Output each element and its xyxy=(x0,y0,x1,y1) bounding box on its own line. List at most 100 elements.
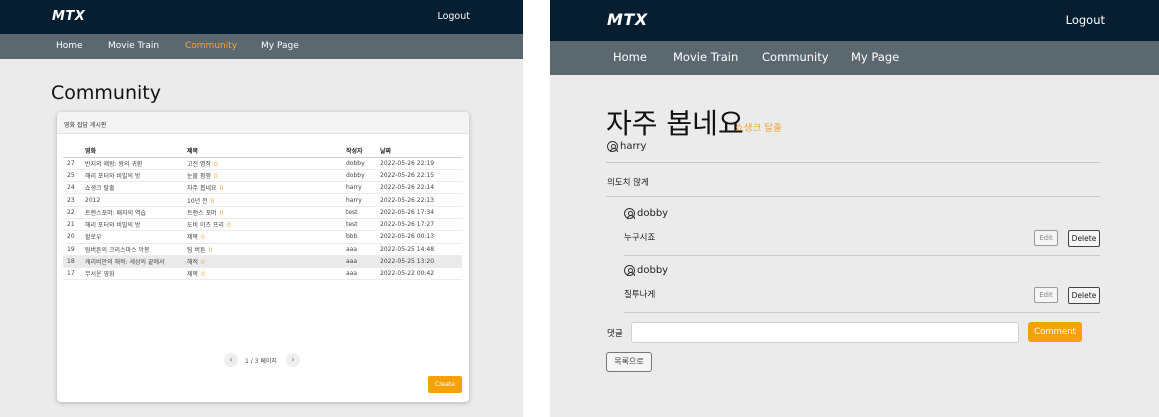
comment-author: dobby xyxy=(624,208,668,220)
row-movie: 2012 xyxy=(85,193,187,207)
table-row[interactable]: 23 2012 10년 전0 harry 2022-05-26 22:13 xyxy=(63,193,462,207)
divider xyxy=(606,196,1100,197)
nav-my-page[interactable]: My Page xyxy=(261,41,299,51)
post-content: 의도치 않게 xyxy=(607,178,649,188)
table-row-hovered[interactable]: 18 캐리비안의 해적: 세상의 끝에서 해적 0 aaa 2022-05-25 … xyxy=(63,255,462,269)
row-date: 2022-05-25 13:20 xyxy=(380,255,462,269)
row-title-cell: 제목 0 xyxy=(187,230,346,244)
row-date: 2022-05-26 22:15 xyxy=(380,169,462,183)
row-title-link[interactable]: 팀 버튼 xyxy=(187,247,205,254)
page-title: Community xyxy=(51,82,161,104)
row-no: 20 xyxy=(63,230,85,244)
edit-button[interactable]: Edit xyxy=(1034,287,1058,303)
post-detail-page: MTX Logout Home Movie Train Community My… xyxy=(550,0,1159,417)
nav-my-page[interactable]: My Page xyxy=(851,50,899,64)
nav-home[interactable]: Home xyxy=(56,41,83,51)
row-no: 23 xyxy=(63,193,85,207)
row-no: 27 xyxy=(63,157,85,170)
row-title-cell: 10년 전0 xyxy=(187,193,346,207)
row-title-cell: 도비 이즈 프리 0 xyxy=(187,218,346,232)
row-title-cell: 고전 명작 0 xyxy=(187,157,346,170)
logout-link[interactable]: Logout xyxy=(437,11,470,22)
user-icon xyxy=(624,208,635,219)
row-author: test xyxy=(346,218,380,232)
row-title-cell: 제목 0 xyxy=(187,267,346,281)
table-row[interactable]: 20 할로우 제목 0 bbb 2022-05-26 00:13 xyxy=(63,230,462,244)
row-date: 2022-05-26 00:13 xyxy=(380,230,462,244)
table-row[interactable]: 22 트랜스포머: 패자의 역습 트랜스 포머 0 test 2022-05-26… xyxy=(63,206,462,219)
app-logo[interactable]: MTX xyxy=(52,9,85,24)
nav-community[interactable]: Community xyxy=(185,41,237,51)
divider xyxy=(624,255,1100,256)
nav-movie-train[interactable]: Movie Train xyxy=(108,41,159,51)
row-title-link[interactable]: 도비 이즈 프리 xyxy=(187,222,224,229)
app-logo[interactable]: MTX xyxy=(607,10,648,29)
nav-movie-train[interactable]: Movie Train xyxy=(673,50,738,64)
table-row[interactable]: 19 팀버튼의 크리스마스 악몽 팀 버튼 0 aaa 2022-05-25 14… xyxy=(63,243,462,256)
row-date: 2022-05-26 22:13 xyxy=(380,193,462,207)
row-author: harry xyxy=(346,181,380,195)
row-title-link[interactable]: 10년 전 xyxy=(187,198,208,205)
table-row[interactable]: 21 해리 포터와 비밀의 방 도비 이즈 프리 0 test 2022-05-2… xyxy=(63,218,462,232)
comment-count: 0 xyxy=(226,222,231,230)
row-title-cell: 트랜스 포머 0 xyxy=(187,206,346,219)
col-author: 작성자 xyxy=(346,145,380,158)
community-list-page: MTX Logout Home Movie Train Community My… xyxy=(0,0,523,417)
comment-text: 누구시죠 xyxy=(624,233,656,243)
back-to-list-button[interactable]: 목록으로 xyxy=(606,352,652,372)
comment-count: 0 xyxy=(210,197,215,205)
row-title-link[interactable]: 제목 xyxy=(187,234,198,241)
row-no: 21 xyxy=(63,218,85,232)
row-title-link[interactable]: 트랜스 포머 xyxy=(187,210,217,217)
comment-text: 질투나게 xyxy=(624,290,656,300)
row-date: 2022-05-26 22:14 xyxy=(380,181,462,195)
delete-button[interactable]: Delete xyxy=(1068,287,1100,304)
post-movie-link[interactable]: 쇼생크 탈출 xyxy=(735,120,782,134)
nav-community[interactable]: Community xyxy=(762,50,829,64)
row-title-cell: 자주 봅네요 0 xyxy=(187,181,346,195)
comment-count: 0 xyxy=(201,271,205,279)
row-author: aaa xyxy=(346,255,380,269)
row-movie: 팀버튼의 크리스마스 악몽 xyxy=(85,243,187,256)
divider xyxy=(606,162,1100,163)
row-author: aaa xyxy=(346,267,380,281)
row-no: 19 xyxy=(63,243,85,256)
row-author: dobby xyxy=(346,157,380,170)
row-date: 2022-05-26 17:34 xyxy=(380,206,462,219)
comment-input[interactable] xyxy=(631,322,1019,343)
nav-bar: Home Movie Train Community My Page xyxy=(550,41,1159,75)
table-row[interactable]: 25 해리 포터와 비밀의 방 눈물 펑펑 0 dobby 2022-05-26 … xyxy=(63,169,462,183)
row-date: 2022-05-26 22:19 xyxy=(380,157,462,170)
edit-button[interactable]: Edit xyxy=(1034,230,1058,246)
table-row[interactable]: 17 무서운 영화 제목 0 aaa 2022-05-22 00:42 xyxy=(63,267,462,281)
row-no: 18 xyxy=(63,255,85,269)
comment-submit-button[interactable]: Comment xyxy=(1028,322,1082,342)
row-title-link[interactable]: 눈물 펑펑 xyxy=(187,173,211,180)
row-movie: 해리 포터와 비밀의 방 xyxy=(85,169,187,183)
table-row[interactable]: 27 반지의 제왕: 왕의 귀환 고전 명작 0 dobby 2022-05-26… xyxy=(63,157,462,170)
comment-count: 0 xyxy=(214,160,218,168)
user-icon xyxy=(607,141,618,152)
logout-link[interactable]: Logout xyxy=(1066,13,1105,27)
table-row[interactable]: 24 쇼생크 탈출 자주 봅네요 0 harry 2022-05-26 22:14 xyxy=(63,181,462,195)
nav-bar: Home Movie Train Community My Page xyxy=(0,34,523,59)
create-button[interactable]: Create xyxy=(428,376,462,393)
row-author: aaa xyxy=(346,243,380,256)
comment-count: 0 xyxy=(201,259,205,267)
row-title-link[interactable]: 고전 명작 xyxy=(187,161,211,168)
comment-author: dobby xyxy=(624,265,668,277)
row-title-link[interactable]: 자주 봅네요 xyxy=(187,185,217,192)
row-movie: 무서운 영화 xyxy=(85,267,187,281)
chevron-right-icon[interactable]: › xyxy=(286,353,300,367)
author-name: harry xyxy=(620,141,647,152)
nav-home[interactable]: Home xyxy=(613,50,647,64)
delete-button[interactable]: Delete xyxy=(1068,230,1100,247)
row-title-cell: 팀 버튼 0 xyxy=(187,243,346,256)
col-movie: 영화 xyxy=(85,145,187,158)
row-title-link[interactable]: 해적 xyxy=(187,259,198,266)
comment-count: 0 xyxy=(219,209,224,217)
chevron-left-icon[interactable]: ‹ xyxy=(224,353,238,367)
row-movie: 캐리비안의 해적: 세상의 끝에서 xyxy=(85,255,187,269)
row-title-link[interactable]: 제목 xyxy=(187,271,198,278)
row-author: test xyxy=(346,206,380,219)
